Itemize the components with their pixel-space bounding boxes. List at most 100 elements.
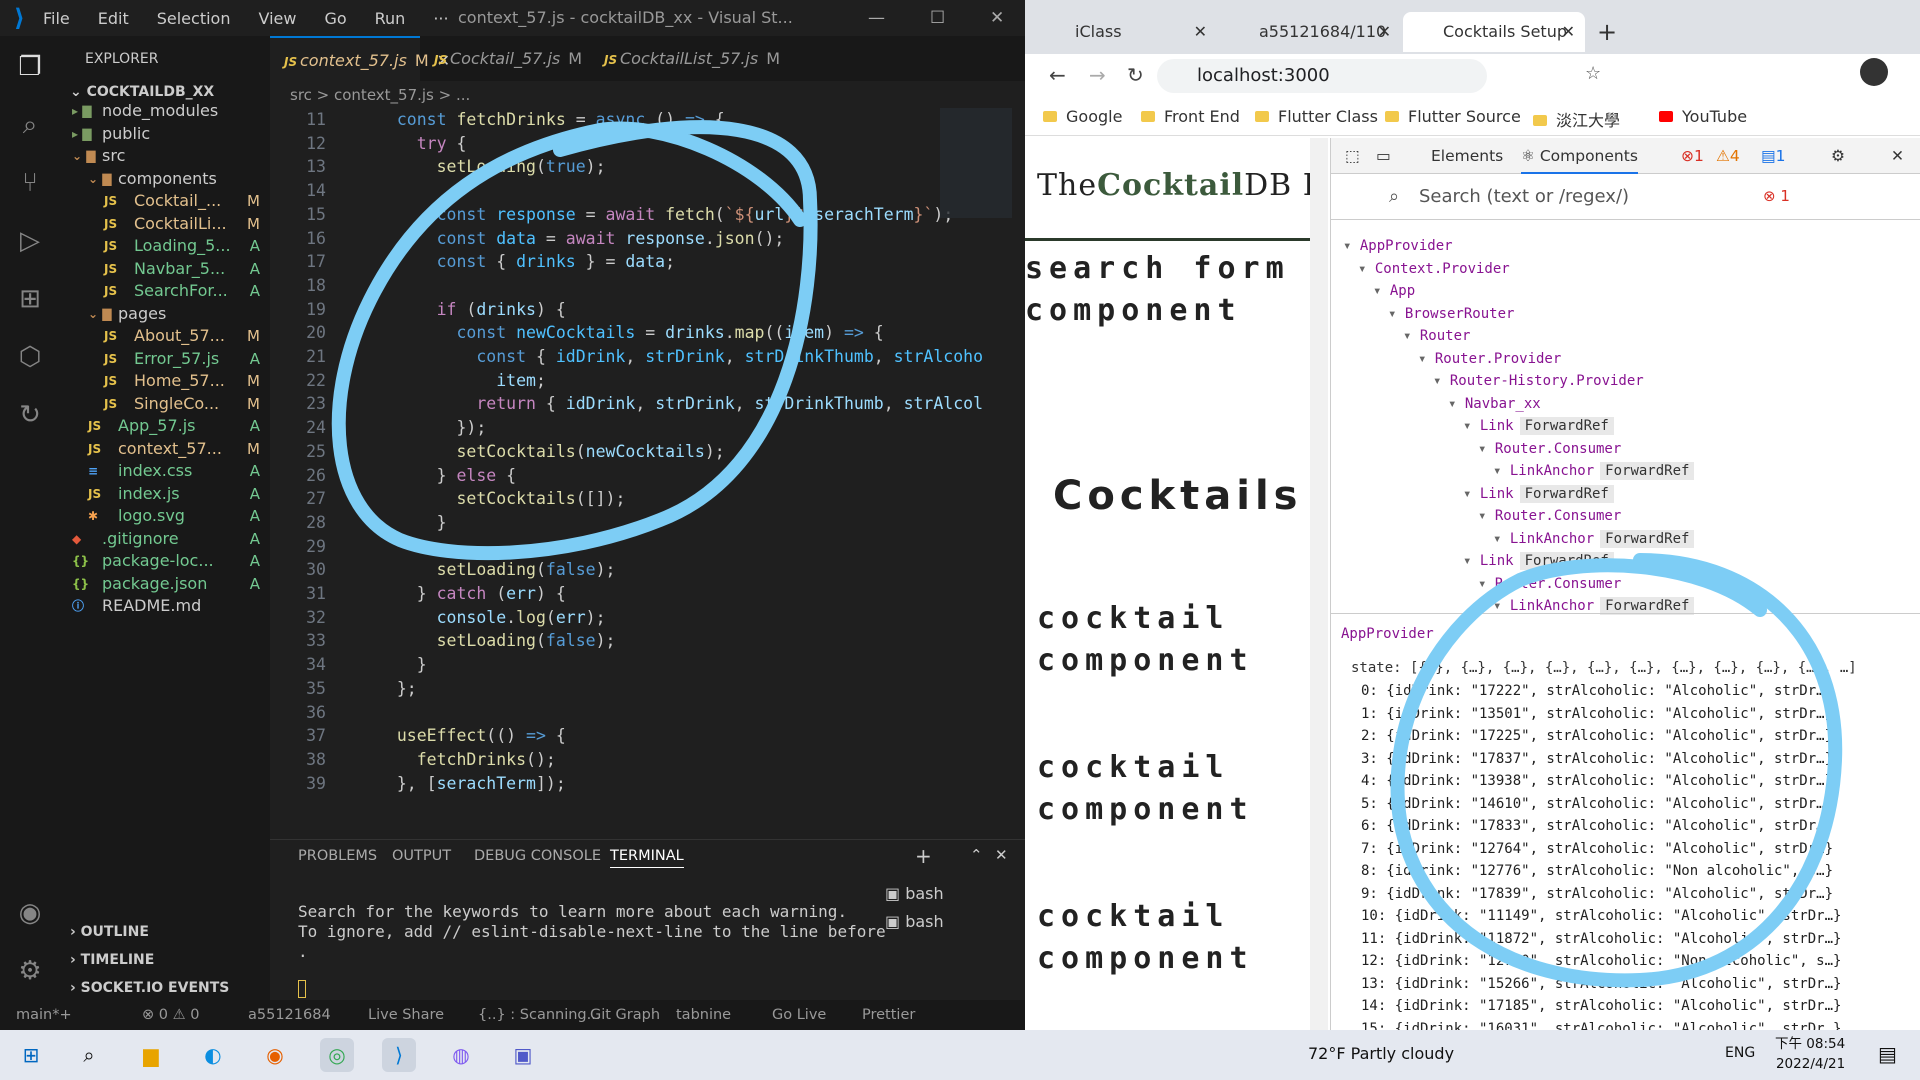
component-node[interactable]: ▾ LinkAnchor ForwardRef: [1493, 597, 1695, 615]
workspace-root[interactable]: ⌄ COCKTAILDB_XX: [70, 84, 214, 100]
file-tree-item[interactable]: JS Home_57... M: [60, 370, 270, 392]
code-line[interactable]: }: [377, 511, 447, 535]
terminal-instance[interactable]: ▣ bash: [885, 884, 944, 903]
device-toggle-icon[interactable]: ▭: [1376, 147, 1391, 165]
expand-arrow-icon[interactable]: ▾: [1343, 238, 1360, 254]
code-line[interactable]: const fetchDrinks = async () => {: [377, 108, 725, 132]
expand-arrow-icon[interactable]: ▾: [1478, 576, 1495, 592]
expand-arrow-icon[interactable]: ▾: [1478, 441, 1495, 457]
status-item[interactable]: Go Live: [772, 1000, 826, 1030]
close-tab-icon[interactable]: ✕: [1562, 12, 1575, 52]
state-row[interactable]: 6: {idDrink: "17833", strAlcoholic: "Alc…: [1361, 818, 1833, 834]
status-item[interactable]: Live Share: [368, 1000, 444, 1030]
close-window-button[interactable]: ✕: [990, 8, 1004, 28]
code-line[interactable]: item;: [377, 369, 546, 393]
menu-item[interactable]: View: [258, 9, 296, 28]
file-explorer-icon[interactable]: ▆: [134, 1038, 168, 1072]
state-row[interactable]: 14: {idDrink: "17185", strAlcoholic: "Al…: [1361, 998, 1841, 1014]
state-row[interactable]: 11: {idDrink: "11872", strAlcoholic: "Al…: [1361, 931, 1841, 947]
state-row[interactable]: 12: {idDrink: "12790", strAlcoholic: "No…: [1361, 953, 1841, 969]
panel-tab[interactable]: OUTPUT: [392, 848, 451, 864]
file-tree-item[interactable]: JS About_57... M: [60, 325, 270, 347]
file-tree-item[interactable]: ⓘ README.md: [60, 595, 270, 617]
weather-widget[interactable]: 72°F Partly cloudy: [1308, 1044, 1454, 1063]
expand-arrow-icon[interactable]: ▾: [1433, 373, 1450, 389]
page-scrollbar[interactable]: [1310, 138, 1328, 1030]
expand-arrow-icon[interactable]: ▾: [1388, 306, 1405, 322]
code-line[interactable]: setLoading(false);: [377, 558, 616, 582]
code-line[interactable]: };: [377, 677, 417, 701]
component-node[interactable]: ▾ LinkAnchor ForwardRef: [1493, 529, 1695, 548]
component-node[interactable]: ▾ Router-History.Provider: [1433, 373, 1644, 389]
info-count-badge[interactable]: ▤1: [1761, 147, 1786, 165]
menu-item[interactable]: File: [43, 9, 70, 28]
close-devtools-icon[interactable]: ✕: [1891, 147, 1904, 165]
live-share-icon[interactable]: ↻: [13, 398, 47, 432]
bookmark-item[interactable]: Flutter Class: [1255, 107, 1378, 126]
file-tree-item[interactable]: JS CocktailLi... M: [60, 213, 270, 235]
close-tab-icon[interactable]: ✕: [1378, 12, 1391, 52]
component-node[interactable]: ▾ Link ForwardRef: [1463, 484, 1614, 503]
minimize-button[interactable]: —: [868, 8, 885, 28]
code-line[interactable]: }: [377, 653, 427, 677]
code-line[interactable]: setCocktails([]);: [377, 487, 625, 511]
code-line[interactable]: const data = await response.json();: [377, 227, 785, 251]
bookmark-item[interactable]: 淡江大學: [1533, 107, 1620, 131]
site-logo[interactable]: TheCocktailDB H: [1037, 168, 1330, 203]
status-item[interactable]: a55121684: [248, 1000, 331, 1030]
file-tree-item[interactable]: ✱ logo.svg A: [60, 505, 270, 527]
component-node[interactable]: ▾ Router.Consumer: [1478, 441, 1621, 457]
code-line[interactable]: const newCocktails = drinks.map((item) =…: [377, 321, 883, 345]
component-node[interactable]: ▾ Context.Provider: [1358, 261, 1510, 277]
component-node[interactable]: ▾ App: [1373, 283, 1415, 299]
devtools-settings-icon[interactable]: ⚙: [1831, 147, 1845, 165]
terminal-instance[interactable]: ▣ bash: [885, 912, 944, 931]
code-line[interactable]: if (drinks) {: [377, 298, 566, 322]
status-item[interactable]: tabnine: [676, 1000, 731, 1030]
code-line[interactable]: const { drinks } = data;: [377, 250, 675, 274]
code-line[interactable]: const { idDrink, strDrink, strDrinkThumb…: [377, 345, 983, 369]
code-line[interactable]: try {: [377, 132, 467, 156]
clock[interactable]: 下午 08:54 2022/4/21: [1775, 1034, 1845, 1074]
expand-arrow-icon[interactable]: ▾: [1418, 351, 1435, 367]
file-tree-item[interactable]: {} package-loc... A: [60, 550, 270, 572]
component-node[interactable]: ▾ Navbar_xx: [1448, 396, 1541, 412]
explorer-icon[interactable]: ❐: [13, 50, 47, 84]
settings-gear-icon[interactable]: ⚙: [13, 954, 47, 988]
code-line[interactable]: return { idDrink, strDrink, strDrinkThum…: [377, 392, 983, 416]
component-search-input[interactable]: Search (text or /regex/): [1419, 186, 1629, 207]
close-panel-icon[interactable]: ✕: [995, 846, 1008, 864]
state-row[interactable]: 10: {idDrink: "11149", strAlcoholic: "Al…: [1361, 908, 1841, 924]
account-icon[interactable]: ◉: [13, 896, 47, 930]
component-node[interactable]: ▾ Router.Consumer: [1478, 508, 1621, 524]
teams-icon[interactable]: ▣: [506, 1038, 540, 1072]
file-tree-item[interactable]: ⌄ ▇ pages: [60, 303, 270, 325]
sidebar-section[interactable]: › OUTLINE: [70, 924, 149, 940]
close-tab-icon[interactable]: ✕: [1194, 12, 1207, 52]
component-node[interactable]: ▾ Link ForwardRef: [1463, 417, 1614, 435]
file-tree-item[interactable]: ▸ ▇ public: [60, 123, 270, 145]
warning-count-badge[interactable]: ⚠4: [1716, 147, 1740, 165]
sidebar-section[interactable]: › SOCKET.IO EVENTS: [70, 980, 229, 996]
extensions-icon[interactable]: ⊞: [13, 282, 47, 316]
file-tree-item[interactable]: JS SearchFor... A: [60, 280, 270, 302]
address-bar[interactable]: localhost:3000: [1157, 59, 1487, 93]
file-tree-item[interactable]: ⌄ ▇ components: [60, 168, 270, 190]
status-item[interactable]: {..} : Scanning...: [478, 1000, 600, 1030]
status-item[interactable]: ⊗ 0 ⚠ 0: [142, 1000, 199, 1030]
discord-icon[interactable]: ◍: [444, 1038, 478, 1072]
bookmark-item[interactable]: Google: [1043, 107, 1122, 126]
error-count-badge[interactable]: ⊗1: [1681, 147, 1704, 165]
bookmark-item[interactable]: Flutter Source: [1385, 107, 1521, 126]
browser-tab[interactable]: iClass ✕: [1035, 12, 1217, 52]
code-line[interactable]: setLoading(false);: [377, 629, 616, 653]
terminal-output[interactable]: Search for the keywords to learn more ab…: [298, 902, 886, 962]
file-tree-item[interactable]: JS context_57... M: [60, 438, 270, 460]
code-line[interactable]: setCocktails(newCocktails);: [377, 440, 724, 464]
editor-tab[interactable]: JS context_57.js M ✕: [270, 36, 450, 81]
file-tree-item[interactable]: JS App_57.js A: [60, 415, 270, 437]
chrome-icon[interactable]: ◎: [320, 1038, 354, 1072]
file-tree-item[interactable]: ≡ index.css A: [60, 460, 270, 482]
file-tree-item[interactable]: {} package.json A: [60, 573, 270, 595]
menu-item[interactable]: Go: [324, 9, 346, 28]
